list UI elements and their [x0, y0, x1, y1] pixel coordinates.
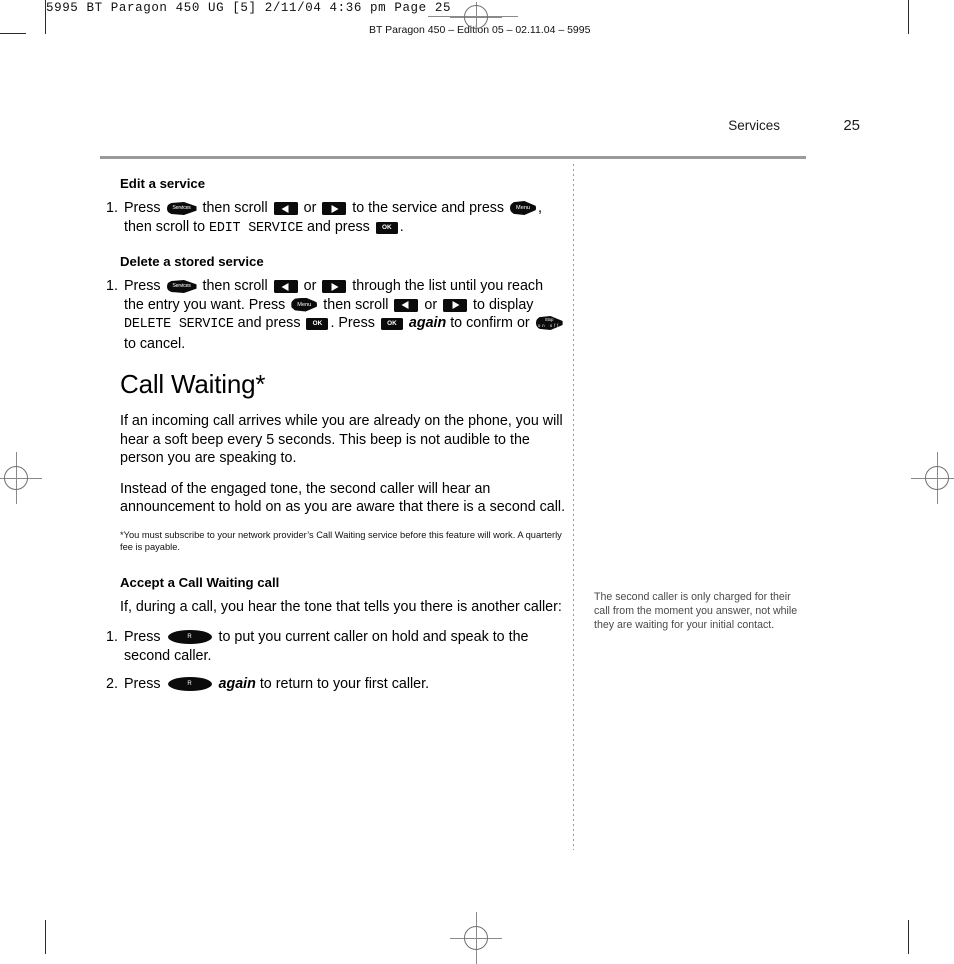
trim-mark-top-left-horizontal: [0, 33, 26, 34]
key-scroll-left-icon: [273, 202, 298, 215]
key-recall-icon: R: [167, 630, 212, 644]
footnote: *You must subscribe to your network prov…: [120, 529, 562, 552]
key-stop-onoff-icon: Stop on off: [535, 316, 563, 330]
emphasis-text: again: [408, 315, 447, 331]
procedure-section: Delete a stored service 1. Press Services …: [106, 254, 566, 353]
section-heading: Edit a service: [120, 176, 206, 191]
header-rule: [100, 156, 806, 159]
key-recall-icon: R: [167, 677, 212, 691]
step-number: 2.: [106, 676, 118, 692]
trim-mark-top-left-vertical: [45, 0, 46, 34]
accept-section-intro: If, during a call, you hear the tone tha…: [120, 598, 562, 615]
registration-mark-right: [911, 452, 954, 504]
numbered-step: 1. Press Services then scroll or to the s…: [106, 199, 566, 238]
section-heading: Delete a stored service: [120, 254, 264, 269]
numbered-step: 2. Press R again to return to your first …: [106, 675, 566, 694]
key-services-icon: Services: [166, 202, 197, 215]
step-number: 1.: [106, 278, 118, 294]
key-scroll-right-icon: [322, 280, 347, 293]
prepress-job-strip: 5995 BT Paragon 450 UG [5] 2/11/04 4:36 …: [46, 1, 452, 15]
step-number: 1.: [106, 629, 118, 645]
chapter-paragraphs: If an incoming call arrives while you ar…: [106, 412, 566, 517]
step-text: Press Services then scroll or through th…: [124, 277, 566, 353]
registration-mark-top: [450, 2, 502, 32]
display-text: EDIT SERVICE: [209, 220, 304, 236]
step-text: Press Services then scroll or to the ser…: [124, 200, 543, 236]
page-number: 25: [843, 117, 860, 134]
trim-mark-bottom-right-vertical: [908, 920, 909, 954]
step-text: Press R again to return to your first ca…: [124, 676, 430, 692]
column-divider: [573, 164, 574, 850]
registration-mark-left: [0, 452, 42, 504]
key-ok-icon: OK: [375, 221, 398, 234]
procedure-sections: Edit a service 1. Press Services then scro…: [106, 176, 566, 353]
step-text: Press R to put you current caller on hol…: [124, 629, 529, 664]
main-text-column: Edit a service 1. Press Services then scro…: [106, 176, 566, 704]
step-number: 1.: [106, 200, 118, 216]
procedure-section: Edit a service 1. Press Services then scro…: [106, 176, 566, 238]
key-menu-icon: Menu: [291, 297, 318, 312]
body-paragraph: Instead of the engaged tone, the second …: [120, 480, 566, 516]
key-scroll-left-icon: [273, 280, 298, 293]
chapter-title: Call Waiting*: [120, 369, 266, 399]
page-running-header: Services 25: [100, 117, 860, 158]
trim-mark-bottom-left-vertical: [45, 920, 46, 954]
header-section-name: Services: [728, 118, 780, 133]
accept-section-steps: 1. Press R to put you current caller on h…: [106, 628, 566, 694]
registration-mark-bottom: [450, 912, 502, 964]
key-scroll-left-icon: [394, 298, 419, 312]
numbered-step: 1. Press Services then scroll or through …: [106, 277, 566, 353]
key-services-icon: Services: [166, 280, 197, 293]
body-paragraph: If an incoming call arrives while you ar…: [120, 413, 563, 466]
emphasis-text: again: [218, 676, 256, 692]
display-text: DELETE SERVICE: [124, 317, 234, 332]
margin-note: The second caller is only charged for th…: [594, 591, 798, 632]
key-menu-icon: Menu: [510, 201, 537, 215]
key-scroll-right-icon: [443, 298, 468, 312]
trim-mark-top-right-vertical: [908, 0, 909, 34]
key-ok-icon: OK: [380, 318, 403, 330]
numbered-step: 1. Press R to put you current caller on h…: [106, 628, 566, 665]
accept-section-heading: Accept a Call Waiting call: [120, 574, 280, 590]
key-ok-icon: OK: [306, 318, 329, 330]
key-scroll-right-icon: [322, 202, 347, 215]
